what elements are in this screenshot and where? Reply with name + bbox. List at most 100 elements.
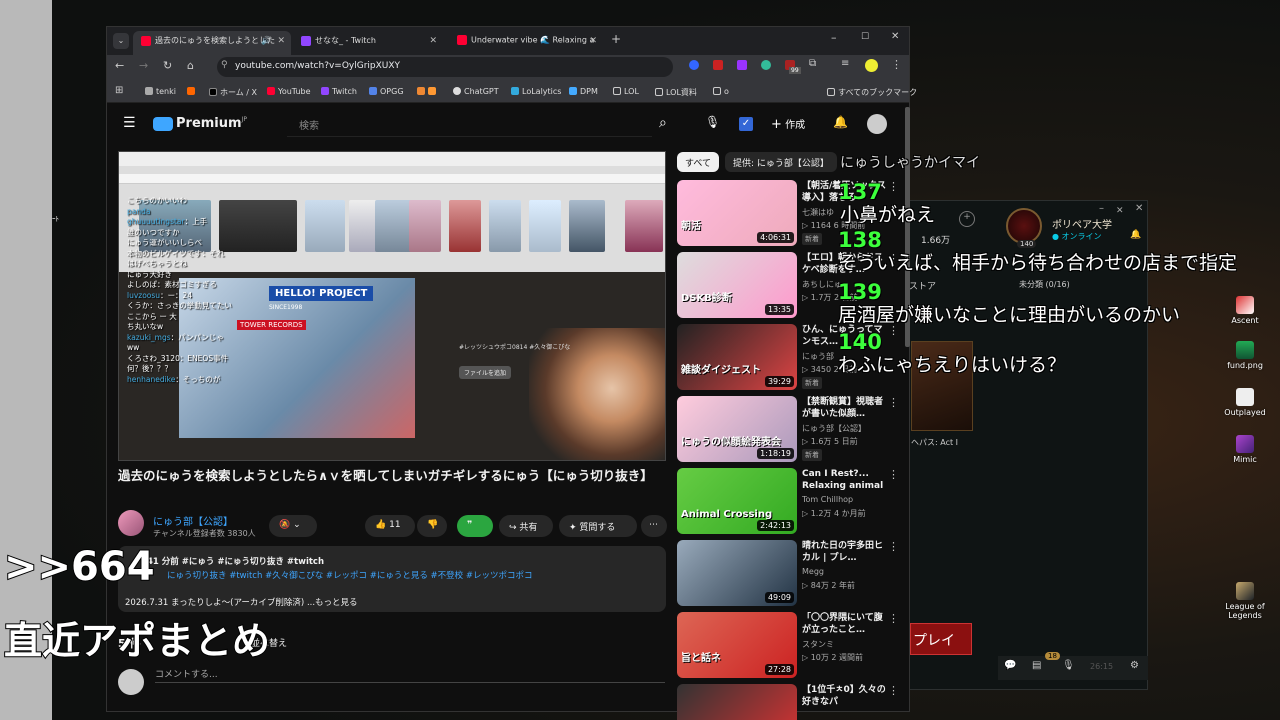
media-icon[interactable]: ≡: [841, 58, 849, 69]
desktop-icon-lol[interactable]: League of Legends: [1217, 582, 1273, 620]
share-button[interactable]: ↪ 共有: [499, 515, 553, 537]
tab-close-icon[interactable]: ✕: [429, 36, 437, 46]
audio-icon[interactable]: 🔊: [261, 36, 271, 45]
recommendation-item[interactable]: にゅうの似顔絵発表会 1:18:19 【禁断観賞】視聴者が書いた似顔… にゅう部【公認…: [677, 396, 903, 462]
recommendation-thumbnail[interactable]: にゅうの似顔絵発表会 1:18:19: [677, 396, 797, 462]
create-button[interactable]: + 作成: [771, 116, 805, 132]
recommendation-thumbnail[interactable]: 雑談ダイジェスト 39:29: [677, 324, 797, 390]
recommendation-title[interactable]: 【禁断観賞】視聴者が書いた似顔…: [802, 396, 888, 420]
bookmark-ext[interactable]: [417, 87, 439, 96]
quote-extension-button[interactable]: ❞: [457, 515, 493, 537]
back-icon[interactable]: ←: [115, 59, 124, 72]
minimize-window-icon[interactable]: –: [831, 31, 837, 44]
maximize-window-icon[interactable]: ☐: [861, 32, 869, 42]
apps-grid-icon[interactable]: ⊞: [115, 85, 123, 96]
site-info-icon[interactable]: ⚲: [221, 60, 228, 70]
close-icon[interactable]: ✕: [1135, 203, 1143, 214]
extension-4-icon[interactable]: [761, 60, 771, 70]
new-tab-icon[interactable]: +: [611, 32, 621, 46]
recommendation-item[interactable]: Animal Crossing 2:42:13 Can I Rest?... Rel…: [677, 468, 903, 534]
description-tags[interactable]: にゅう切り抜き #twitch #久々御こぴな #レッポコ #にゅうと見る #不…: [167, 569, 533, 581]
tab-youtube[interactable]: 過去のにゅうを検索しようとした 🔊 ✕: [133, 31, 291, 55]
recommendation-thumbnail[interactable]: 49:09: [677, 540, 797, 606]
close-window-icon[interactable]: ✕: [891, 31, 899, 42]
store-label[interactable]: ストア: [909, 279, 936, 292]
bookmark-opgg[interactable]: OPGG: [369, 87, 404, 96]
extensions-puzzle-icon[interactable]: ⧉: [809, 58, 816, 69]
recommendation-channel[interactable]: Megg: [802, 567, 888, 576]
bookmark-folder-lol[interactable]: LOL: [613, 87, 639, 96]
recommendation-channel[interactable]: Tom Chillhop: [802, 495, 888, 504]
bookmark-folder-lol-docs[interactable]: LOL資料: [655, 87, 697, 98]
tab-close-icon[interactable]: ✕: [589, 36, 597, 46]
extension-1-icon[interactable]: [689, 60, 699, 70]
search-input[interactable]: 検索: [287, 111, 652, 137]
tab-underwater[interactable]: Underwater vibe 🌊 Relaxing a ✕: [449, 31, 603, 55]
video-player[interactable]: HELLO! PROJECT SINCE1998 TOWER RECORDS #…: [118, 151, 666, 461]
hamburger-menu-icon[interactable]: ☰: [123, 115, 136, 131]
recommendation-thumbnail[interactable]: Animal Crossing 2:42:13: [677, 468, 797, 534]
voice-search-icon[interactable]: 🎙: [705, 115, 720, 129]
bookmark-youtube[interactable]: YouTube: [267, 87, 311, 96]
play-button[interactable]: プレイ: [910, 623, 972, 655]
more-options-icon[interactable]: ⋮: [888, 396, 899, 409]
bookmark-chatgpt[interactable]: ChatGPT: [453, 87, 499, 96]
bell-icon[interactable]: 🔔: [1130, 230, 1141, 240]
bookmark-twitch[interactable]: Twitch: [321, 87, 357, 96]
recommendation-item[interactable]: 【1位千ㅊ0】久々の好きなパ ⋮: [677, 684, 903, 720]
bookmark-dpm[interactable]: DPM: [569, 87, 598, 96]
bookmark-lolalytics[interactable]: LoLalytics: [511, 87, 561, 96]
bookmark-orange[interactable]: [187, 87, 198, 96]
profile-avatar-icon[interactable]: [865, 59, 878, 72]
youtube-logo[interactable]: Premium JP: [153, 116, 247, 131]
description-text[interactable]: 2026.7.31 まったりしよ〜(アーカイブ削除済) ...もっと見る: [125, 596, 358, 608]
home-icon[interactable]: ⌂: [187, 59, 194, 72]
summoner-avatar[interactable]: [1006, 208, 1042, 244]
bookmark-tenki[interactable]: tenki: [145, 87, 176, 96]
subscribed-bell-button[interactable]: 🔕 ⌄: [269, 515, 317, 537]
desktop-icon-outplayed[interactable]: Outplayed: [1217, 388, 1273, 417]
more-actions-button[interactable]: ⋯: [641, 515, 667, 537]
chip-all[interactable]: すべて: [677, 152, 720, 172]
recommendation-item[interactable]: 49:09 晴れた日の宇多田ヒカル | プレ… Megg ▷ 84万 2 年前 ⋮: [677, 540, 903, 606]
comment-input[interactable]: コメントする...: [155, 667, 665, 683]
more-options-icon[interactable]: ⋮: [888, 540, 899, 553]
tab-twitch[interactable]: せなな_ - Twitch ✕: [293, 31, 443, 55]
bookmark-x[interactable]: ホーム / X: [209, 87, 257, 98]
recommendation-title[interactable]: Can I Rest?... Relaxing animal ...: [802, 468, 888, 492]
search-icon[interactable]: ⌕: [659, 115, 667, 131]
ask-button[interactable]: ✦ 質問する: [559, 515, 637, 537]
minimize-icon[interactable]: –: [1099, 203, 1104, 214]
lol-close-icon[interactable]: ✕: [1116, 206, 1124, 216]
channel-avatar[interactable]: [118, 510, 144, 536]
bookmark-folder-o[interactable]: o: [713, 87, 729, 96]
friends-icon[interactable]: ▤: [1032, 660, 1041, 671]
desktop-icon-fund[interactable]: fund.png: [1217, 341, 1273, 370]
recommendation-thumbnail[interactable]: DSKB診断 13:35: [677, 252, 797, 318]
chip-channel[interactable]: 提供: にゅう部【公認】: [725, 152, 837, 172]
extension-2-icon[interactable]: [713, 60, 723, 70]
recommendation-title[interactable]: 晴れた日の宇多田ヒカル | プレ…: [802, 540, 888, 564]
more-options-icon[interactable]: ⋮: [888, 468, 899, 481]
more-options-icon[interactable]: ⋮: [888, 684, 899, 697]
more-options-icon[interactable]: ⋮: [888, 612, 899, 625]
recommendation-item[interactable]: 旨と話ネ 27:28 「〇〇界隈にいて腹が立ったこと… スタンミ ▷ 10万 2 週間前…: [677, 612, 903, 678]
all-bookmarks[interactable]: すべてのブックマーク: [827, 87, 917, 98]
url-bar[interactable]: ⚲ youtube.com/watch?v=OylGripXUXY: [217, 57, 673, 77]
channel-name[interactable]: にゅう部【公認】: [153, 513, 233, 528]
settings-icon[interactable]: ⚙: [1130, 660, 1139, 671]
reload-icon[interactable]: ↻: [163, 59, 172, 72]
checkbox-extension-icon[interactable]: ✓: [739, 117, 753, 131]
forward-icon[interactable]: →: [139, 59, 148, 72]
recommendation-channel[interactable]: スタンミ: [802, 639, 888, 650]
dislike-button[interactable]: 👎: [417, 515, 447, 537]
account-avatar[interactable]: [867, 114, 887, 134]
recommendation-title[interactable]: 「〇〇界隈にいて腹が立ったこと…: [802, 612, 888, 636]
chat-icon[interactable]: 💬: [1004, 660, 1016, 671]
tab-close-icon[interactable]: ✕: [277, 36, 285, 46]
tab-search-icon[interactable]: ⌄: [113, 33, 129, 49]
menu-kebab-icon[interactable]: ⋮: [891, 58, 902, 71]
recommendation-thumbnail[interactable]: 旨と話ネ 27:28: [677, 612, 797, 678]
notifications-bell-icon[interactable]: 🔔: [833, 115, 848, 129]
currency-add-icon[interactable]: +: [959, 211, 975, 227]
